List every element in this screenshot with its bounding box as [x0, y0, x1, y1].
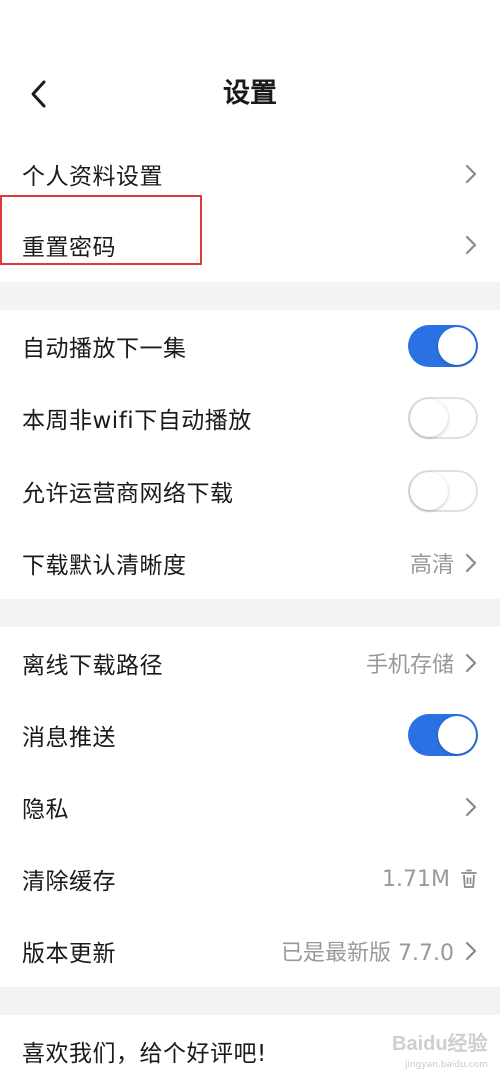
- row-right: [464, 796, 478, 818]
- offline-path-label: 离线下载路径: [22, 653, 163, 679]
- version-update-label: 版本更新: [22, 941, 116, 967]
- chevron-right-icon: [465, 164, 477, 184]
- row-right: [408, 470, 478, 512]
- section-divider: [0, 987, 500, 1015]
- version-value: 已是最新版 7.7.0: [281, 941, 454, 966]
- row-right: 高清: [410, 547, 478, 579]
- row-right: [464, 163, 478, 185]
- autoplay-next-label: 自动播放下一集: [22, 336, 187, 362]
- privacy-label: 隐私: [22, 797, 69, 823]
- profile-settings-label: 个人资料设置: [22, 164, 163, 190]
- row-right: 1.71M: [382, 867, 478, 892]
- push-notification-row: 消息推送: [0, 699, 500, 771]
- default-quality-label: 下载默认清晰度: [22, 553, 187, 579]
- annotation-highlight-box: [0, 195, 202, 265]
- chevron-right-icon: [465, 797, 477, 817]
- privacy-row[interactable]: 隐私: [0, 771, 500, 843]
- default-quality-value: 高清: [409, 553, 454, 578]
- row-right: [408, 714, 478, 756]
- push-notification-label: 消息推送: [22, 725, 116, 751]
- chevron-right-icon: [465, 235, 477, 255]
- row-right: [408, 325, 478, 367]
- carrier-download-label: 允许运营商网络下载: [22, 481, 234, 507]
- toggle-knob: [410, 399, 448, 437]
- version-update-row[interactable]: 版本更新 已是最新版 7.7.0: [0, 915, 500, 987]
- non-wifi-autoplay-toggle[interactable]: [408, 397, 478, 439]
- autoplay-next-row: 自动播放下一集: [0, 310, 500, 382]
- chevron-right-icon: [465, 941, 477, 961]
- clear-cache-row[interactable]: 清除缓存 1.71M: [0, 843, 500, 915]
- row-right: 手机存储: [366, 647, 478, 679]
- section-divider: [0, 282, 500, 310]
- offline-path-value: 手机存储: [365, 653, 454, 678]
- cache-size-value: 1.71M: [382, 866, 450, 892]
- push-notification-toggle[interactable]: [408, 714, 478, 756]
- offline-path-row[interactable]: 离线下载路径 手机存储: [0, 627, 500, 699]
- row-right: 已是最新版 7.7.0: [281, 935, 478, 967]
- trash-icon[interactable]: [460, 869, 478, 889]
- toggle-knob: [438, 327, 476, 365]
- carrier-download-toggle[interactable]: [408, 470, 478, 512]
- default-quality-row[interactable]: 下载默认清晰度 高清: [0, 527, 500, 599]
- watermark-brand: Baidu经验: [392, 1031, 488, 1055]
- autoplay-next-toggle[interactable]: [408, 325, 478, 367]
- baidu-jingyan-watermark: Baidu经验 jingyan.baidu.com: [392, 1026, 488, 1070]
- row-right: [464, 234, 478, 256]
- carrier-download-row: 允许运营商网络下载: [0, 455, 500, 527]
- clear-cache-label: 清除缓存: [22, 869, 116, 895]
- toggle-knob: [438, 716, 476, 754]
- baidu-logo-icon: Baidu经验: [392, 1031, 488, 1055]
- non-wifi-autoplay-row: 本周非wifi下自动播放: [0, 382, 500, 454]
- header: 设置: [0, 50, 500, 140]
- rate-us-label: 喜欢我们，给个好评吧!: [22, 1041, 267, 1067]
- chevron-right-icon: [465, 653, 477, 673]
- chevron-right-icon: [465, 553, 477, 573]
- section-divider: [0, 599, 500, 627]
- toggle-knob: [410, 472, 448, 510]
- page-title: 设置: [223, 78, 277, 109]
- settings-page: 设置 个人资料设置 重置密码 自动播放下一集 本周非wifi下自动播放 允许运营…: [0, 0, 500, 1084]
- watermark-url: jingyan.baidu.com: [404, 1060, 488, 1070]
- row-right: [408, 397, 478, 439]
- non-wifi-autoplay-label: 本周非wifi下自动播放: [22, 408, 252, 434]
